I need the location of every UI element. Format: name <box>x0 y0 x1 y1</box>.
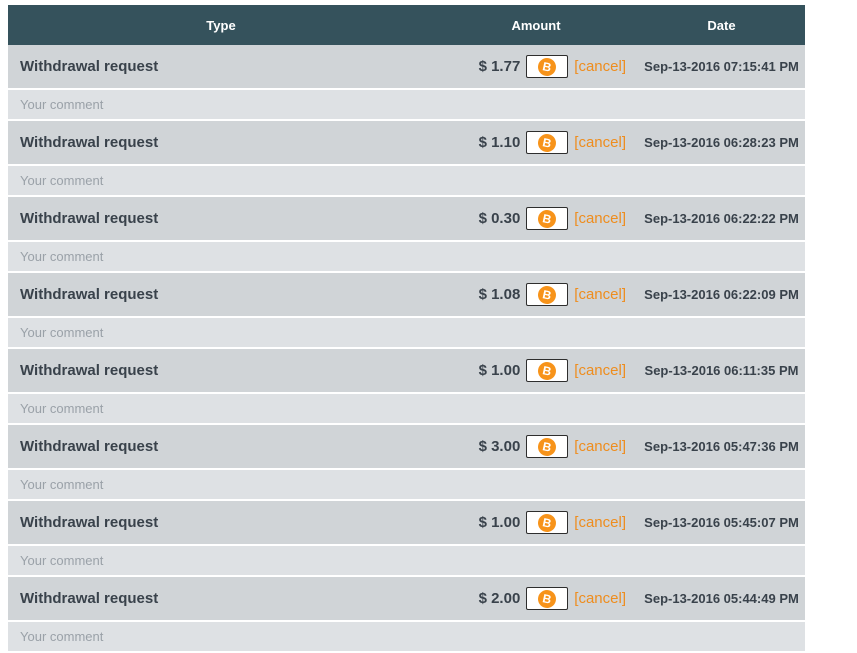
withdrawal-type-label: Withdrawal request <box>20 514 159 531</box>
bitcoin-button[interactable]: B <box>526 283 569 306</box>
column-header-date: Date <box>707 17 736 33</box>
bitcoin-icon: B <box>536 511 558 534</box>
bitcoin-icon: B <box>536 283 558 306</box>
table-row: Withdrawal request $ 3.00 B [cancel] Sep… <box>8 425 805 468</box>
comment-input[interactable]: Your comment <box>8 622 805 651</box>
withdrawals-table: Type Amount Date Withdrawal request $ 1.… <box>8 5 805 653</box>
bitcoin-icon: B <box>536 55 558 78</box>
bitcoin-icon: B <box>536 587 558 610</box>
table-row: Withdrawal request $ 0.30 B [cancel] Sep… <box>8 197 805 240</box>
amount-value: $ 1.00 <box>478 514 521 531</box>
comment-input[interactable]: Your comment <box>8 546 805 575</box>
column-header-amount: Amount <box>511 17 561 33</box>
table-row: Withdrawal request $ 1.00 B [cancel] Sep… <box>8 501 805 544</box>
cancel-link[interactable]: [cancel] <box>574 362 626 379</box>
table-row: Withdrawal request $ 1.00 B [cancel] Sep… <box>8 349 805 392</box>
amount-cell: $ 1.10 B [cancel] <box>434 131 638 154</box>
withdrawal-type-label: Withdrawal request <box>20 362 159 379</box>
bitcoin-button[interactable]: B <box>526 511 569 534</box>
amount-cell: $ 1.77 B [cancel] <box>434 55 638 78</box>
amount-value: $ 2.00 <box>478 590 521 607</box>
bitcoin-icon: B <box>536 359 558 382</box>
date-value: Sep-13-2016 06:22:09 PM <box>644 287 799 302</box>
cancel-link[interactable]: [cancel] <box>574 438 626 455</box>
table-row: Withdrawal request $ 1.08 B [cancel] Sep… <box>8 273 805 316</box>
cancel-link[interactable]: [cancel] <box>574 134 626 151</box>
amount-value: $ 3.00 <box>478 438 521 455</box>
date-value: Sep-13-2016 06:22:22 PM <box>644 211 799 226</box>
bitcoin-button[interactable]: B <box>526 207 569 230</box>
amount-cell: $ 1.00 B [cancel] <box>434 359 638 382</box>
table-row: Withdrawal request $ 2.00 B [cancel] Sep… <box>8 577 805 620</box>
bitcoin-icon: B <box>536 435 558 458</box>
withdrawal-type-label: Withdrawal request <box>20 286 159 303</box>
bitcoin-icon: B <box>536 131 558 154</box>
amount-cell: $ 3.00 B [cancel] <box>434 435 638 458</box>
bitcoin-button[interactable]: B <box>526 587 569 610</box>
amount-value: $ 1.00 <box>478 362 521 379</box>
bitcoin-icon: B <box>536 207 558 230</box>
date-value: Sep-13-2016 05:45:07 PM <box>644 515 799 530</box>
bitcoin-button[interactable]: B <box>526 55 569 78</box>
date-value: Sep-13-2016 07:15:41 PM <box>644 59 799 74</box>
withdrawal-type-label: Withdrawal request <box>20 210 159 227</box>
date-value: Sep-13-2016 06:28:23 PM <box>644 135 799 150</box>
cancel-link[interactable]: [cancel] <box>574 514 626 531</box>
comment-input[interactable]: Your comment <box>8 394 805 423</box>
cancel-link[interactable]: [cancel] <box>574 58 626 75</box>
comment-input[interactable]: Your comment <box>8 318 805 347</box>
bitcoin-button[interactable]: B <box>526 131 569 154</box>
amount-cell: $ 0.30 B [cancel] <box>434 207 638 230</box>
date-value: Sep-13-2016 06:11:35 PM <box>644 363 799 378</box>
amount-value: $ 1.08 <box>478 286 521 303</box>
table-body: Withdrawal request $ 1.77 B [cancel] Sep… <box>8 45 805 651</box>
table-header: Type Amount Date <box>8 5 805 45</box>
amount-cell: $ 1.08 B [cancel] <box>434 283 638 306</box>
column-header-type: Type <box>206 17 236 33</box>
cancel-link[interactable]: [cancel] <box>574 286 626 303</box>
table-row: Withdrawal request $ 1.10 B [cancel] Sep… <box>8 121 805 164</box>
cancel-link[interactable]: [cancel] <box>574 210 626 227</box>
comment-input[interactable]: Your comment <box>8 470 805 499</box>
comment-input[interactable]: Your comment <box>8 242 805 271</box>
amount-value: $ 1.10 <box>478 134 521 151</box>
withdrawal-type-label: Withdrawal request <box>20 58 159 75</box>
date-value: Sep-13-2016 05:47:36 PM <box>644 439 799 454</box>
amount-value: $ 0.30 <box>478 210 521 227</box>
withdrawal-type-label: Withdrawal request <box>20 438 159 455</box>
table-row: Withdrawal request $ 1.77 B [cancel] Sep… <box>8 45 805 88</box>
amount-value: $ 1.77 <box>478 58 521 75</box>
withdrawal-type-label: Withdrawal request <box>20 134 159 151</box>
cancel-link[interactable]: [cancel] <box>574 590 626 607</box>
comment-input[interactable]: Your comment <box>8 166 805 195</box>
amount-cell: $ 2.00 B [cancel] <box>434 587 638 610</box>
bitcoin-button[interactable]: B <box>526 359 569 382</box>
amount-cell: $ 1.00 B [cancel] <box>434 511 638 534</box>
bitcoin-button[interactable]: B <box>526 435 569 458</box>
date-value: Sep-13-2016 05:44:49 PM <box>644 591 799 606</box>
comment-input[interactable]: Your comment <box>8 90 805 119</box>
withdrawal-type-label: Withdrawal request <box>20 590 159 607</box>
